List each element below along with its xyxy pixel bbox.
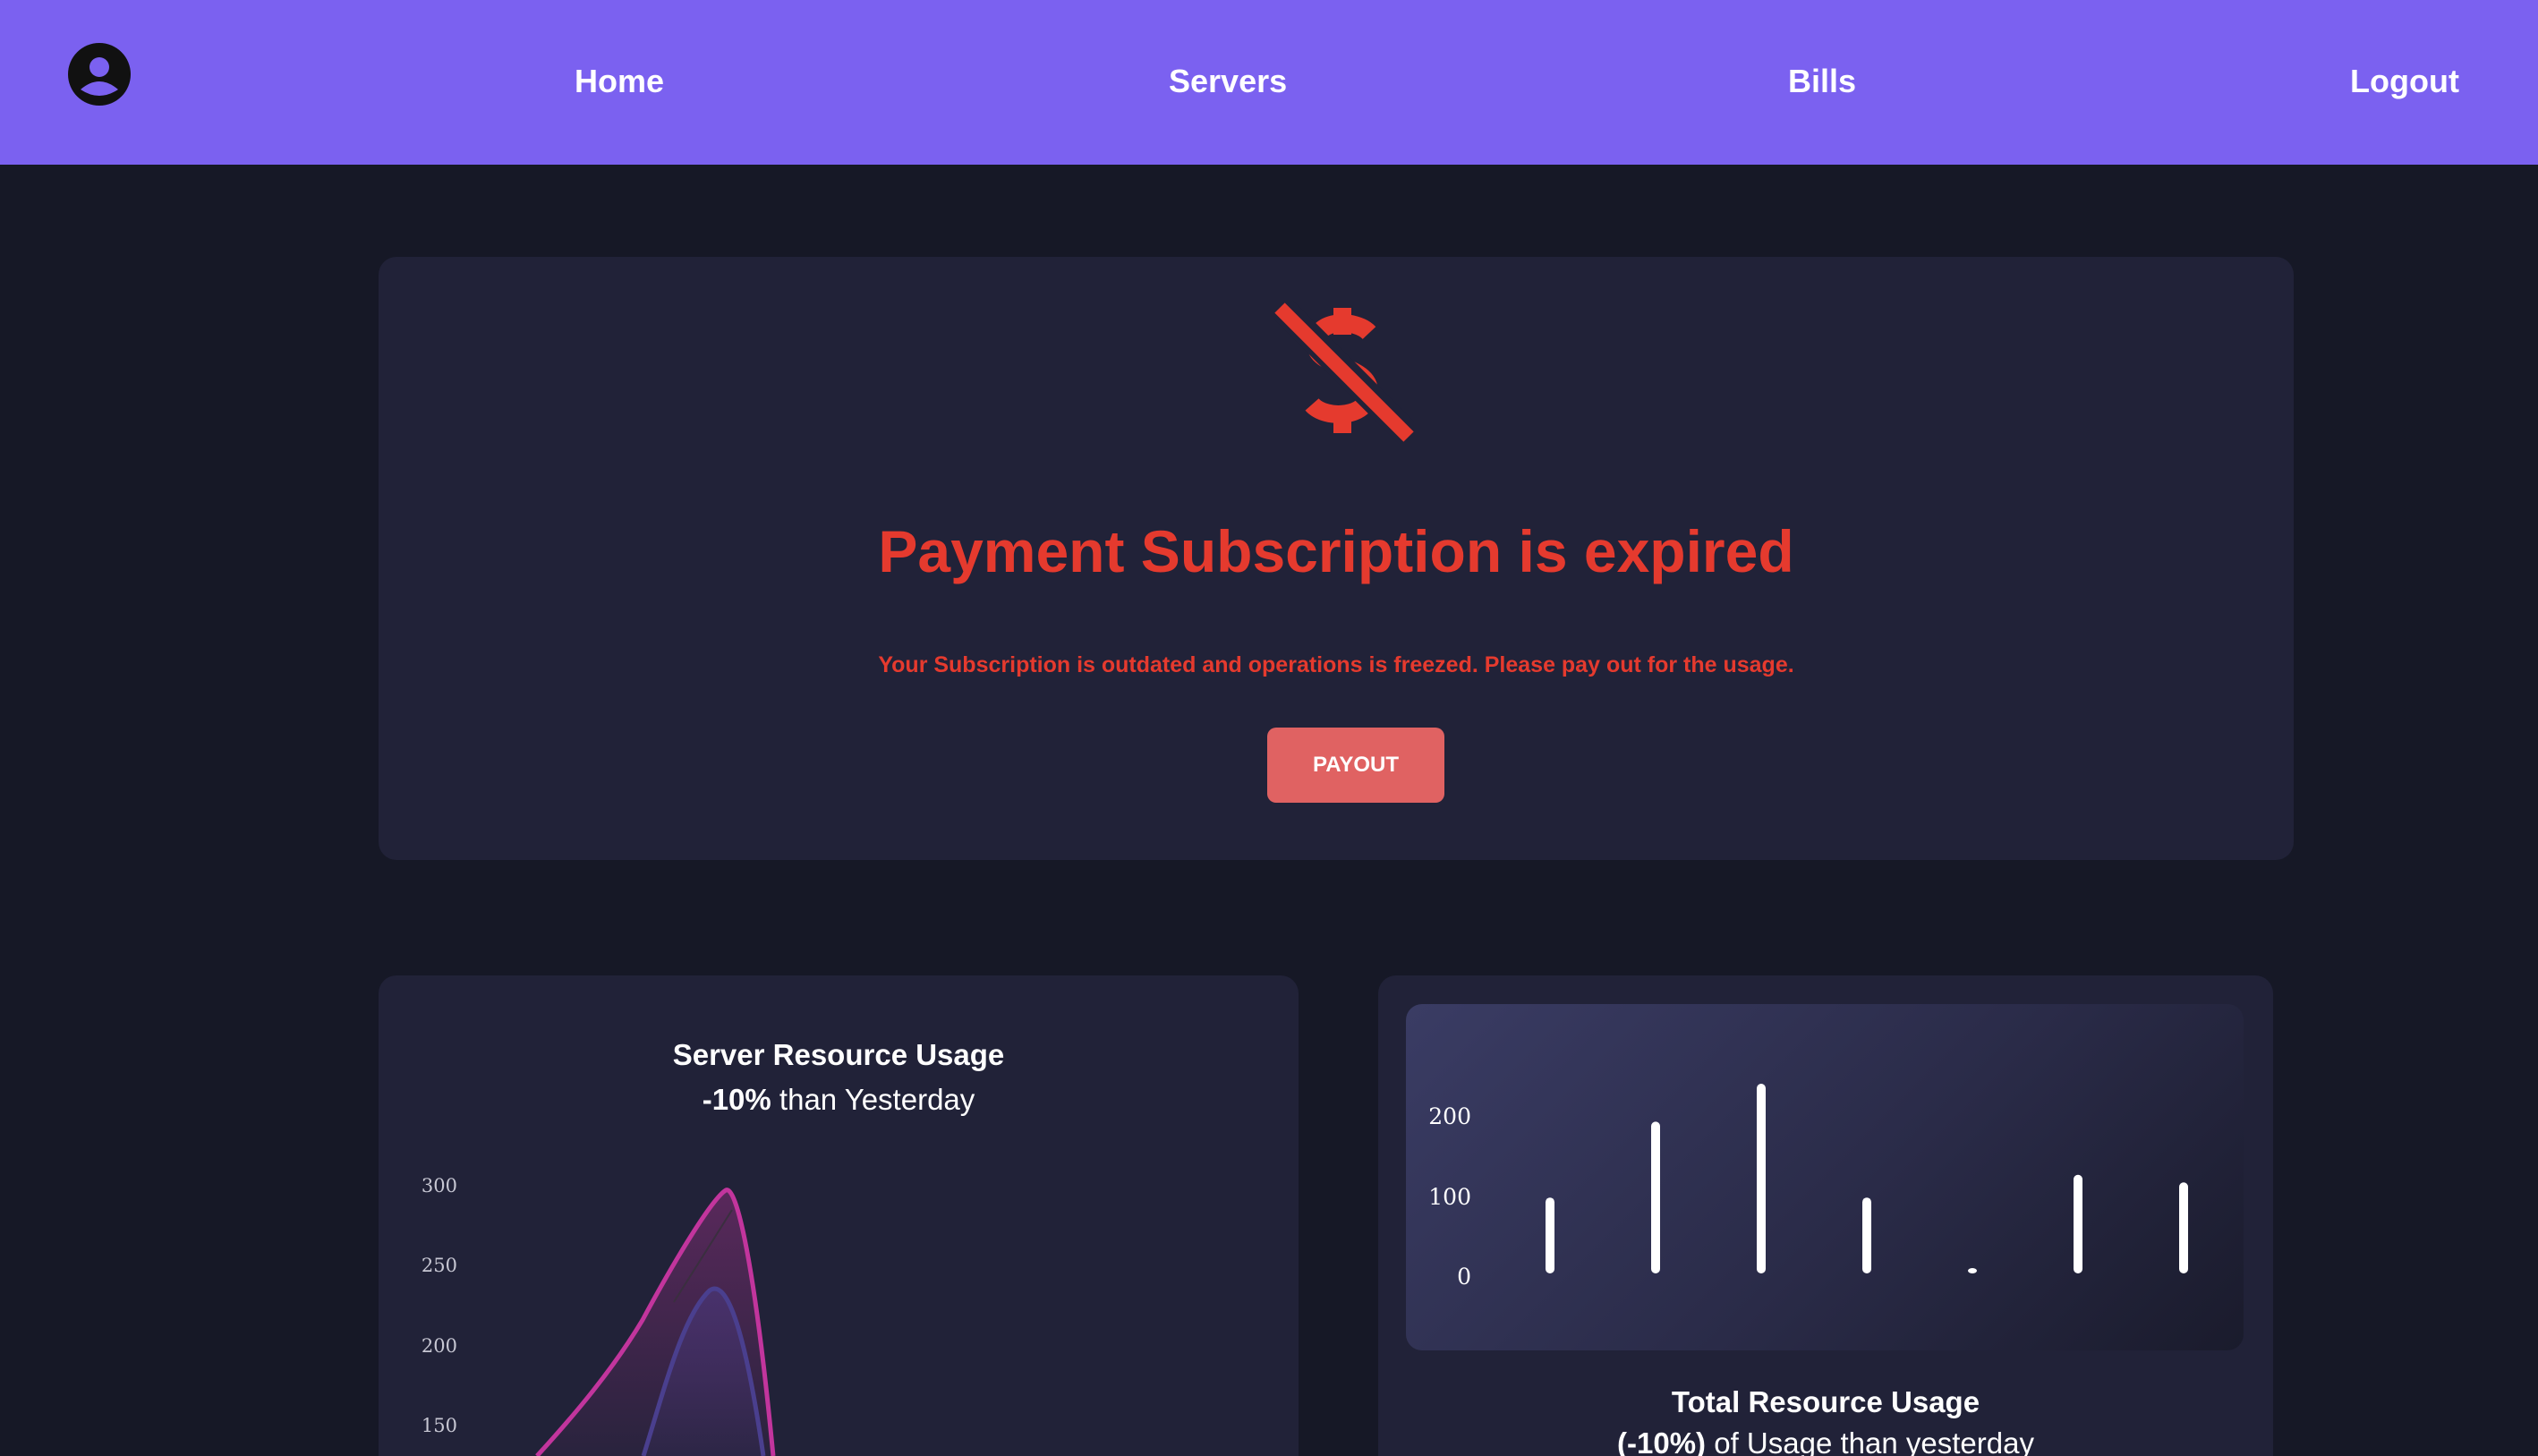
total-usage-subtitle: (-10%) of Usage than yesterday	[1378, 1423, 2273, 1456]
bar-0	[1546, 1197, 1554, 1273]
y-tick-150: 150	[422, 1415, 457, 1436]
total-usage-change-suffix: of Usage than yesterday	[1706, 1426, 2034, 1456]
y-tick-0: 0	[1457, 1264, 1471, 1290]
bar-1	[1651, 1121, 1660, 1273]
no-dollar-icon	[1273, 300, 1414, 445]
total-usage-change: (-10%)	[1617, 1426, 1707, 1456]
server-usage-subtitle: -10% than Yesterday	[379, 1079, 1299, 1120]
bar-4	[1968, 1268, 1977, 1273]
bar-6	[2179, 1182, 2188, 1273]
y-tick-300: 300	[422, 1175, 457, 1196]
alert-message: Your Subscription is outdated and operat…	[878, 652, 1794, 677]
server-usage-title: Server Resource Usage	[672, 1038, 1005, 1071]
bar-2	[1757, 1084, 1766, 1273]
bar-5	[2074, 1174, 2082, 1273]
y-tick-200: 200	[1428, 1103, 1471, 1129]
y-tick-100: 100	[1428, 1184, 1471, 1210]
user-circle-icon[interactable]	[68, 43, 131, 106]
nav-logout-link[interactable]: Logout	[2350, 57, 2459, 106]
bar-3	[1862, 1197, 1871, 1273]
server-usage-change-suffix: than Yesterday	[771, 1083, 975, 1116]
nav-servers-link[interactable]: Servers	[1169, 57, 1287, 106]
total-usage-title: Total Resource Usage	[1671, 1385, 1980, 1418]
server-usage-line-chart: 300 250 200 150	[422, 1175, 776, 1456]
top-navbar: Home Servers Bills Logout	[0, 0, 2538, 165]
server-usage-change: -10%	[702, 1083, 771, 1116]
alert-title: Payment Subscription is expired	[878, 518, 1794, 584]
y-tick-250: 250	[422, 1255, 457, 1276]
y-tick-200: 200	[422, 1335, 457, 1357]
nav-bills-link[interactable]: Bills	[1788, 57, 1856, 106]
nav-home-link[interactable]: Home	[575, 57, 664, 106]
total-usage-bar-chart: 200 100 0	[1428, 1084, 2188, 1290]
payout-button[interactable]: PAYOUT	[1267, 728, 1444, 803]
